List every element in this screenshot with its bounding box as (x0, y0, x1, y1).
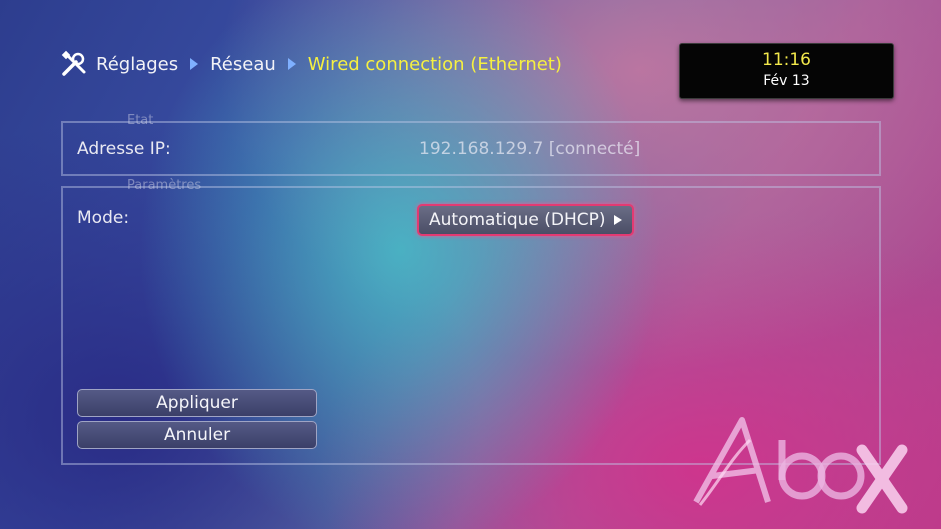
abox-logo (693, 417, 908, 514)
ip-address-value: 192.168.129.7 [connecté] (419, 139, 641, 159)
mode-label: Mode: (77, 208, 130, 228)
cancel-button[interactable]: Annuler (77, 421, 317, 449)
clock-time: 11:16 (762, 50, 811, 70)
clock-panel: 11:16 Fév 13 (679, 43, 894, 99)
parameters-legend: Paramètres (127, 178, 202, 193)
arrow-right-icon (613, 215, 622, 225)
ip-address-label: Adresse IP: (77, 139, 171, 159)
breadcrumb: Réglages Réseau Wired connection (Ethern… (60, 50, 562, 78)
clock-date: Fév 13 (763, 73, 810, 89)
breadcrumb-item-settings[interactable]: Réglages (96, 54, 178, 75)
mode-value: Automatique (DHCP) (429, 210, 606, 230)
chevron-right-icon (287, 58, 296, 70)
mode-selector[interactable]: Automatique (DHCP) (417, 204, 634, 236)
chevron-right-icon (190, 58, 199, 70)
breadcrumb-item-network[interactable]: Réseau (210, 54, 276, 75)
breadcrumb-current: Wired connection (Ethernet) (307, 53, 562, 75)
tools-icon (61, 50, 86, 76)
status-legend: Etat (127, 113, 154, 128)
apply-button[interactable]: Appliquer (77, 389, 317, 417)
